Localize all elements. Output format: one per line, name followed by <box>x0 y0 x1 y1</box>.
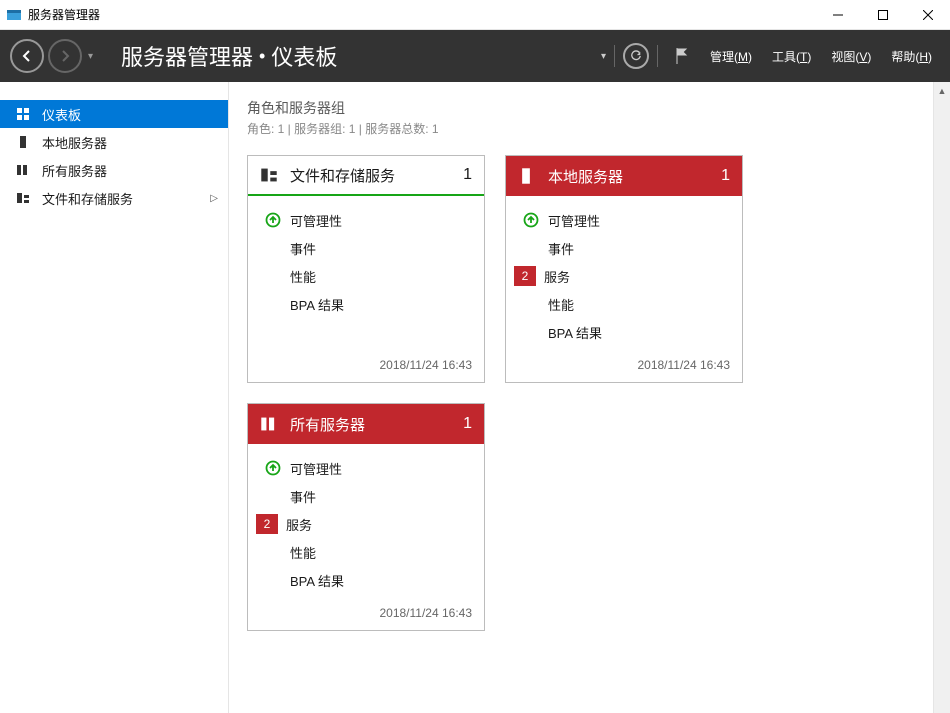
tile-row-label: 性能 <box>290 267 316 286</box>
maximize-button[interactable] <box>860 0 905 30</box>
sidebar-item-label: 本地服务器 <box>42 133 107 152</box>
section-subtitle: 角色: 1 | 服务器组: 1 | 服务器总数: 1 <box>247 120 932 137</box>
flag-icon[interactable] <box>666 41 696 71</box>
scrollbar-vertical[interactable]: ▲ <box>933 82 950 713</box>
tile-row-manageability[interactable]: 可管理性 <box>248 206 484 234</box>
menu-view[interactable]: 视图(V) <box>825 44 877 69</box>
tile-row-performance[interactable]: 性能 <box>248 538 484 566</box>
tile-row-label: 事件 <box>290 239 316 258</box>
alert-badge: 2 <box>256 514 278 534</box>
content-area: 仪表板 本地服务器 所有服务器 文件和存储服务 ▷ 角色和服务器组 角色: 1 … <box>0 82 950 713</box>
close-button[interactable] <box>905 0 950 30</box>
tile-row-label: 事件 <box>548 239 574 258</box>
storage-icon <box>14 191 32 205</box>
section-title: 角色和服务器组 <box>247 98 932 118</box>
tile-body: 可管理性 事件 性能 BPA 结果 <box>248 196 484 352</box>
tile-title: 文件和存储服务 <box>290 165 395 186</box>
servers-icon <box>260 415 280 433</box>
alert-badge: 2 <box>514 266 536 286</box>
nav-back-button[interactable] <box>10 39 44 73</box>
tile-file-storage[interactable]: 文件和存储服务 1 可管理性 事件 性能 BPA 结果 2018/11/24 1… <box>247 155 485 383</box>
breadcrumb: 服务器管理器 • 仪表板 <box>121 40 337 72</box>
storage-icon <box>260 166 280 184</box>
tile-row-label: 服务 <box>544 267 570 286</box>
tile-row-label: 可管理性 <box>290 459 342 478</box>
sidebar-item-label: 所有服务器 <box>42 161 107 180</box>
refresh-button[interactable] <box>623 43 649 69</box>
tile-count: 1 <box>721 167 730 185</box>
tile-row-label: BPA 结果 <box>290 295 344 314</box>
tile-row-bpa[interactable]: BPA 结果 <box>506 318 742 346</box>
tile-row-manageability[interactable]: 可管理性 <box>506 206 742 234</box>
tile-all-servers[interactable]: 所有服务器 1 可管理性 事件 2 服务 性能 BPA 结果 2 <box>247 403 485 631</box>
tile-row-label: BPA 结果 <box>290 571 344 590</box>
tile-timestamp: 2018/11/24 16:43 <box>248 352 484 382</box>
nav-forward-button[interactable] <box>48 39 82 73</box>
main-panel: 角色和服务器组 角色: 1 | 服务器组: 1 | 服务器总数: 1 文件和存储… <box>228 82 950 713</box>
breadcrumb-root[interactable]: 服务器管理器 <box>121 40 253 72</box>
tile-row-manageability[interactable]: 可管理性 <box>248 454 484 482</box>
tiles-container: 文件和存储服务 1 可管理性 事件 性能 BPA 结果 2018/11/24 1… <box>247 155 932 631</box>
sidebar-item-local-server[interactable]: 本地服务器 <box>0 128 228 156</box>
server-icon <box>518 167 538 185</box>
tile-row-label: 可管理性 <box>290 211 342 230</box>
tile-row-services[interactable]: 2 服务 <box>248 510 484 538</box>
sidebar-item-file-storage[interactable]: 文件和存储服务 ▷ <box>0 184 228 212</box>
tile-title: 所有服务器 <box>290 414 365 435</box>
sidebar: 仪表板 本地服务器 所有服务器 文件和存储服务 ▷ <box>0 82 228 713</box>
sidebar-item-label: 文件和存储服务 <box>42 189 133 208</box>
server-icon <box>14 135 32 149</box>
dashboard-icon <box>14 107 32 121</box>
breadcrumb-current: 仪表板 <box>271 40 337 72</box>
tile-header: 文件和存储服务 1 <box>248 156 484 196</box>
tile-row-label: 性能 <box>290 543 316 562</box>
sidebar-item-label: 仪表板 <box>42 105 81 124</box>
tile-local-server[interactable]: 本地服务器 1 可管理性 事件 2 服务 性能 BPA 结果 2 <box>505 155 743 383</box>
tile-row-events[interactable]: 事件 <box>248 482 484 510</box>
tile-row-label: BPA 结果 <box>548 323 602 342</box>
tile-row-label: 性能 <box>548 295 574 314</box>
sidebar-item-dashboard[interactable]: 仪表板 <box>0 100 228 128</box>
separator <box>614 45 615 67</box>
header-dropdown-icon[interactable]: ▾ <box>601 51 606 62</box>
tile-row-performance[interactable]: 性能 <box>506 290 742 318</box>
tile-row-label: 可管理性 <box>548 211 600 230</box>
tile-row-events[interactable]: 事件 <box>248 234 484 262</box>
tile-timestamp: 2018/11/24 16:43 <box>506 352 742 382</box>
tile-row-events[interactable]: 事件 <box>506 234 742 262</box>
tile-row-bpa[interactable]: BPA 结果 <box>248 290 484 318</box>
window-controls <box>815 0 950 30</box>
servers-icon <box>14 163 32 177</box>
nav-dropdown-icon[interactable]: ▾ <box>88 51 93 62</box>
window-title: 服务器管理器 <box>28 6 100 23</box>
tile-row-performance[interactable]: 性能 <box>248 262 484 290</box>
titlebar: 服务器管理器 <box>0 0 950 30</box>
menu-tools[interactable]: 工具(T) <box>766 44 817 69</box>
tile-header: 所有服务器 1 <box>248 404 484 444</box>
app-icon <box>6 7 22 23</box>
tile-row-bpa[interactable]: BPA 结果 <box>248 566 484 594</box>
tile-row-services[interactable]: 2 服务 <box>506 262 742 290</box>
scroll-up-icon[interactable]: ▲ <box>934 82 950 99</box>
sidebar-item-all-servers[interactable]: 所有服务器 <box>0 156 228 184</box>
tile-body: 可管理性 事件 2 服务 性能 BPA 结果 <box>248 444 484 600</box>
tile-body: 可管理性 事件 2 服务 性能 BPA 结果 <box>506 196 742 352</box>
tile-count: 1 <box>463 166 472 184</box>
tile-title: 本地服务器 <box>548 166 623 187</box>
separator <box>657 45 658 67</box>
tile-header: 本地服务器 1 <box>506 156 742 196</box>
arrow-up-circle-icon <box>518 212 544 228</box>
menu-manage[interactable]: 管理(M) <box>704 44 758 69</box>
tile-row-label: 服务 <box>286 515 312 534</box>
chevron-right-icon: ▷ <box>210 193 218 204</box>
tile-row-label: 事件 <box>290 487 316 506</box>
tile-timestamp: 2018/11/24 16:43 <box>248 600 484 630</box>
minimize-button[interactable] <box>815 0 860 30</box>
menu-help[interactable]: 帮助(H) <box>885 44 938 69</box>
arrow-up-circle-icon <box>260 212 286 228</box>
header-bar: ▾ 服务器管理器 • 仪表板 ▾ 管理(M) 工具(T) 视图(V) 帮助(H) <box>0 30 950 82</box>
chevron-right-icon: • <box>259 46 265 67</box>
arrow-up-circle-icon <box>260 460 286 476</box>
tile-count: 1 <box>463 415 472 433</box>
